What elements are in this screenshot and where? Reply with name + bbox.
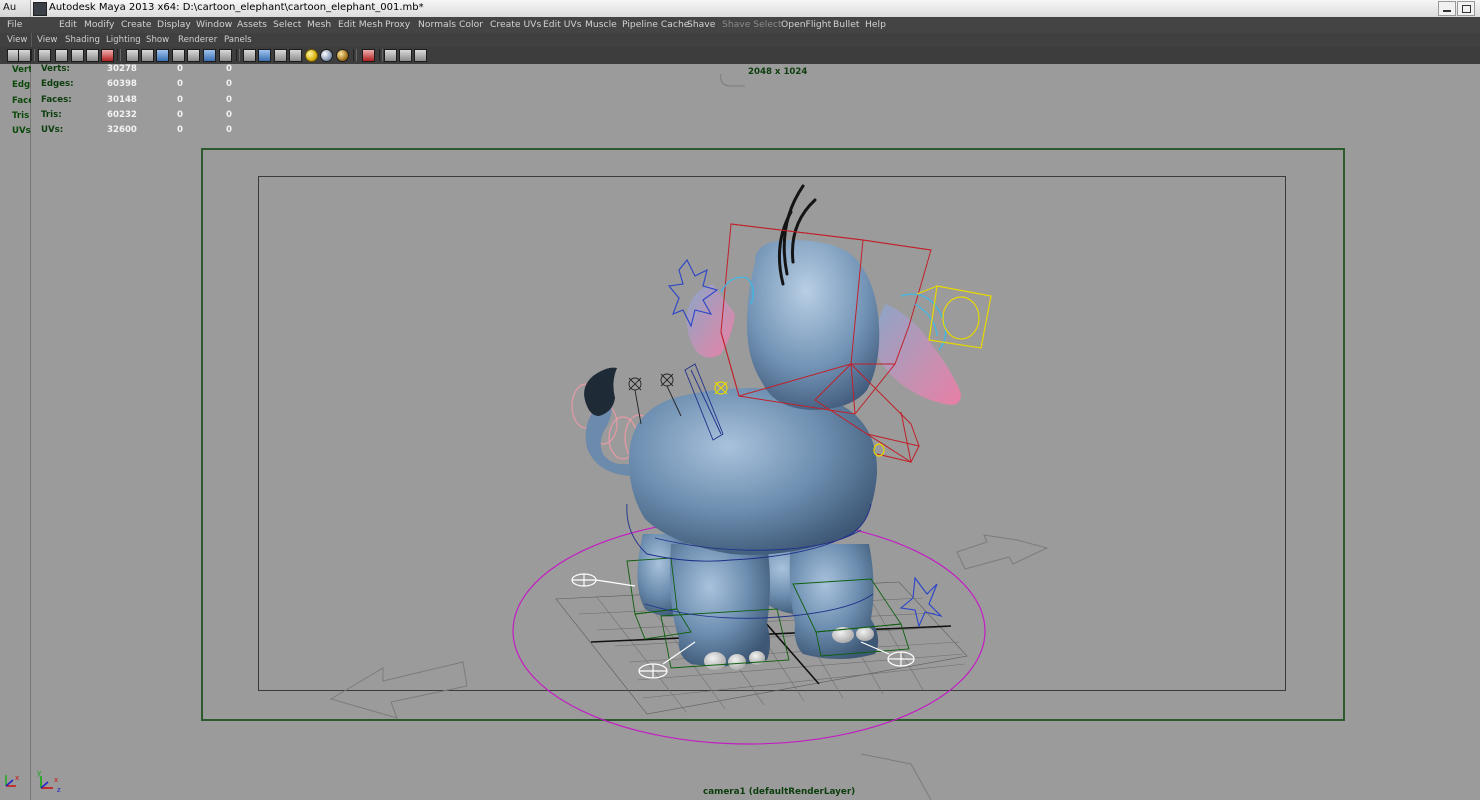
field-chart-icon[interactable] — [187, 49, 200, 62]
toolbar-separator — [31, 49, 35, 61]
high-quality-icon[interactable] — [336, 49, 349, 62]
menu-muscle[interactable]: Muscle — [585, 19, 617, 30]
panel-toolbar — [0, 47, 1480, 65]
restore-button[interactable] — [1457, 1, 1475, 16]
menu-display[interactable]: Display — [157, 19, 191, 30]
film-gate-icon[interactable] — [141, 49, 154, 62]
menu-create[interactable]: Create — [121, 19, 152, 30]
menu-select[interactable]: Select — [273, 19, 301, 30]
menu-edit-uvs[interactable]: Edit UVs — [543, 19, 582, 30]
left-hud-uvs: UVs — [12, 126, 31, 136]
axis-gizmo-icon: x y z — [37, 769, 61, 794]
camera-attributes-icon[interactable] — [55, 49, 68, 62]
bookmarks-icon[interactable] — [71, 49, 84, 62]
safe-action-icon[interactable] — [203, 49, 216, 62]
menu-proxy[interactable]: Proxy — [385, 19, 410, 30]
shadows-icon[interactable] — [320, 49, 333, 62]
image-plane-icon[interactable] — [86, 49, 99, 62]
xray-joints-icon[interactable] — [399, 49, 412, 62]
menu-shave-select[interactable]: Shave Select — [722, 19, 782, 30]
svg-text:x: x — [15, 774, 19, 782]
menu-help[interactable]: Help — [865, 19, 886, 30]
left-hud-tris: Tris — [12, 111, 30, 121]
toolbar-separator — [117, 49, 121, 61]
right-ear[interactable] — [871, 304, 961, 405]
svg-text:z: z — [57, 786, 61, 794]
camera-name-label: camera1 (defaultRenderLayer) — [703, 787, 856, 797]
svg-text:x: x — [54, 776, 58, 784]
menu-shave[interactable]: Shave — [687, 19, 715, 30]
share-icon[interactable] — [414, 49, 427, 62]
title-bar-inset: Au — [0, 0, 31, 17]
menu-openflight[interactable]: OpenFlight — [781, 19, 831, 30]
grease-pencil-icon[interactable] — [101, 49, 114, 62]
toolbar-separator — [353, 49, 357, 61]
scene-canvas[interactable] — [31, 64, 1480, 800]
use-all-lights-icon[interactable] — [305, 49, 318, 62]
safe-title-icon[interactable] — [219, 49, 232, 62]
gate-mask-icon[interactable] — [172, 49, 185, 62]
menu-pipeline-cache[interactable]: Pipeline Cache — [622, 19, 689, 30]
menu-modify[interactable]: Modify — [84, 19, 114, 30]
menu-edit[interactable]: Edit — [59, 19, 77, 30]
panel-menu-lighting[interactable]: Lighting — [106, 35, 141, 45]
minimize-button[interactable] — [1438, 1, 1456, 16]
left-bookmark-icon[interactable] — [18, 49, 31, 62]
wireframe-on-shaded-icon[interactable] — [274, 49, 287, 62]
perspective-viewport[interactable]: Verts: 30278 0 0 Edges: 60398 0 0 Faces:… — [31, 64, 1480, 800]
xray-icon[interactable] — [384, 49, 397, 62]
window-title: Autodesk Maya 2013 x64: D:\cartoon_eleph… — [49, 2, 424, 13]
panel-menu-shading[interactable]: Shading — [65, 35, 100, 45]
select-camera-icon[interactable] — [38, 49, 51, 62]
panel-menu-show[interactable]: Show — [146, 35, 169, 45]
panel-menu-view[interactable]: View — [37, 35, 57, 45]
menu-color[interactable]: Color — [459, 19, 483, 30]
svg-text:y: y — [37, 769, 41, 777]
smooth-shade-icon[interactable] — [258, 49, 271, 62]
toolbar-separator — [236, 49, 240, 61]
left-panel-view-menu[interactable]: View — [7, 35, 27, 45]
textured-icon[interactable] — [289, 49, 302, 62]
main-menu-bar: File Edit Modify Create Display Window A… — [0, 17, 1480, 33]
panel-menu-panels[interactable]: Panels — [224, 35, 252, 45]
panel-menu-renderer[interactable]: Renderer — [178, 35, 217, 45]
short-title: Au — [3, 2, 17, 13]
menu-edit-mesh[interactable]: Edit Mesh — [338, 19, 383, 30]
front-left-leg — [670, 544, 770, 667]
front-right-leg — [789, 544, 879, 659]
menu-window[interactable]: Window — [196, 19, 232, 30]
menu-create-uvs[interactable]: Create UVs — [490, 19, 541, 30]
left-viewport-strip[interactable]: Vert Edg Face Tris UVs x — [0, 64, 34, 800]
left-hud-verts: Vert — [12, 65, 33, 75]
left-hud-edges: Edg — [12, 80, 31, 90]
menu-mesh[interactable]: Mesh — [307, 19, 331, 30]
maya-app-icon — [33, 2, 47, 16]
isolate-select-icon[interactable] — [362, 49, 375, 62]
wireframe-icon[interactable] — [243, 49, 256, 62]
elephant-head[interactable] — [747, 240, 880, 410]
menu-assets[interactable]: Assets — [237, 19, 267, 30]
resolution-gate-icon[interactable] — [156, 49, 169, 62]
toolbar-separator — [379, 49, 383, 61]
menu-normals[interactable]: Normals — [418, 19, 456, 30]
panel-menu-bar: View View Shading Lighting Show Renderer… — [0, 33, 1480, 47]
grid-icon[interactable] — [126, 49, 139, 62]
title-bar: Au Autodesk Maya 2013 x64: D:\cartoon_el… — [0, 0, 1480, 18]
panel-separator — [31, 33, 32, 47]
left-axis-gizmo-icon: x — [5, 774, 19, 787]
menu-bullet[interactable]: Bullet — [833, 19, 860, 30]
menu-file[interactable]: File — [7, 19, 22, 30]
elephant-body[interactable] — [629, 388, 878, 555]
